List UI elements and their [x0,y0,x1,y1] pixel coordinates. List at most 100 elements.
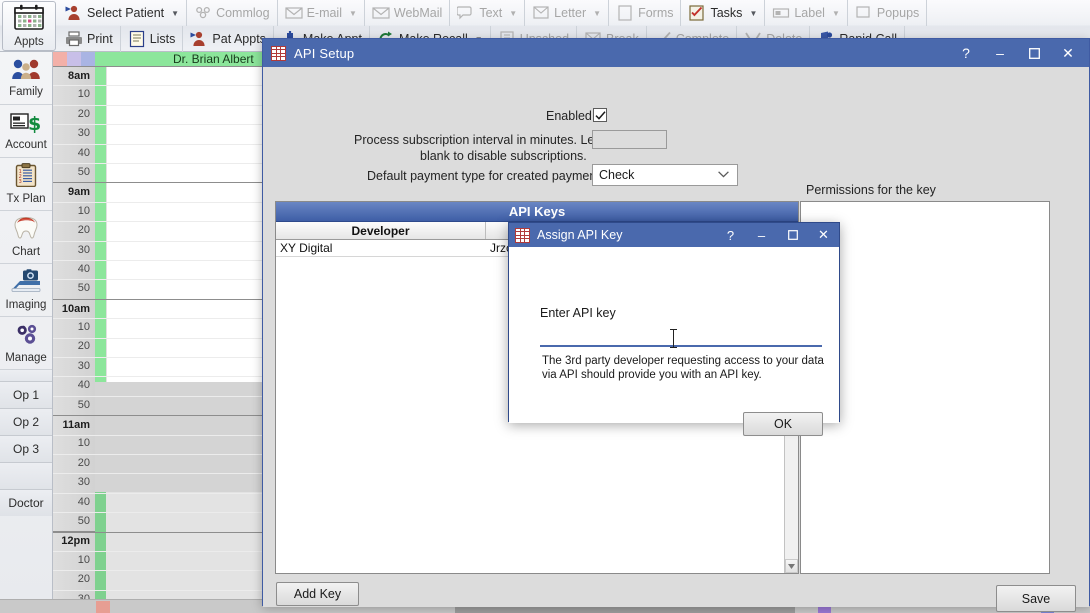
sidebar-item-account[interactable]: $ Account [0,105,52,158]
chevron-down-icon[interactable]: ▼ [593,9,601,18]
chevron-down-icon [718,170,729,180]
maximize-button[interactable] [777,224,808,246]
cell-developer: XY Digital [276,240,486,256]
sidebar-item-txplan[interactable]: 123 Tx Plan [0,158,52,211]
enter-api-key-label: Enter API key [540,306,616,320]
api-key-input[interactable] [540,327,822,347]
doctor-column-label: Doctor [0,490,52,516]
save-label: Save [1022,592,1051,606]
close-button[interactable]: ✕ [1051,40,1085,66]
chevron-down-icon[interactable]: ▼ [349,9,357,18]
close-button[interactable]: ✕ [808,224,839,246]
operatory-button-op3[interactable]: Op 3 [0,436,52,463]
schedule-minute-label: 50 [53,163,95,182]
family-icon [11,58,41,85]
provider-name: Dr. Brian Albert [173,52,254,66]
forms-icon [616,4,634,22]
schedule-minute-label: 50 [53,279,95,298]
schedule-hour-label: 12pm [53,531,95,550]
toolbar-button-label: Popups [877,7,919,20]
schedule-minute-label: 10 [53,434,95,453]
toolbar-button-select-patient[interactable]: Select Patient▼ [58,0,187,26]
popup-icon [855,4,873,22]
payment-type-value: Check [599,168,634,182]
envelope-icon [372,4,390,22]
checklist-icon [688,4,706,22]
printer-icon [65,30,83,48]
schedule-minute-label: 20 [53,221,95,240]
assign-dialog-title: Assign API Key [537,228,622,242]
toolbar-button-letter[interactable]: Letter ▼ [525,0,609,26]
minimize-button[interactable]: – [983,40,1017,66]
left-module-sidebar: Family $ Account [0,52,53,613]
add-key-label: Add Key [294,587,341,601]
sidebar-item-manage[interactable]: Manage [0,317,52,370]
column-header-developer[interactable]: Developer [276,222,486,239]
chevron-down-icon[interactable]: ▼ [509,9,517,18]
schedule-hour-label: 10am [53,299,95,318]
enabled-checkbox[interactable] [593,108,607,122]
toolbar-button-popups[interactable]: Popups [848,0,927,26]
toolbar-button-webmail[interactable]: WebMail [365,0,450,26]
toolbar-button-text[interactable]: Text▼ [450,0,525,26]
sidebar-item-label: Imaging [6,299,47,311]
doctor-label-text: Doctor [8,496,43,510]
toolbar-button-commlog[interactable]: Commlog [187,0,278,26]
assign-api-key-dialog[interactable]: Assign API Key ? – ✕ Enter API key The 3… [508,222,840,422]
toolbar-button-pat-appts[interactable]: Pat Appts [183,26,274,52]
schedule-hour-label: 11am [53,415,95,434]
scroll-down-arrow[interactable] [785,559,798,573]
api-setup-titlebar[interactable]: API Setup ? – ✕ [263,39,1089,67]
label-icon [772,4,790,22]
toolbar-button-label: Label [794,7,825,20]
grid-icon [515,228,530,243]
schedule-minute-label: 10 [53,85,95,104]
help-button[interactable]: ? [715,224,746,246]
ok-label: OK [774,417,792,431]
module-button-appts[interactable]: Appts [2,1,56,51]
assign-dialog-body: Enter API key The 3rd party developer re… [509,247,839,423]
toolbar-button-lists[interactable]: Lists [121,26,184,52]
payment-type-select[interactable]: Check [592,164,738,186]
checkmark-icon [595,111,606,120]
toolbar-button-label: Letter [554,7,586,20]
toolbar-button-tasks[interactable]: Tasks▼ [681,0,765,26]
toolbar-button-e-mail[interactable]: E-mail▼ [278,0,365,26]
ok-button[interactable]: OK [743,412,823,436]
sidebar-item-label: Tx Plan [7,193,46,205]
toolbar-button-print[interactable]: Print [58,26,121,52]
minimize-button[interactable]: – [746,224,777,246]
toolbar-button-forms[interactable]: Forms [609,0,681,26]
chevron-down-icon[interactable]: ▼ [749,9,757,18]
toolbar-button-label[interactable]: Label ▼ [765,0,848,26]
add-key-button[interactable]: Add Key [276,582,359,606]
text-cursor-bottom [670,347,677,348]
toolbar-button-label: WebMail [394,7,442,20]
schedule-minute-label: 50 [53,396,95,415]
subscription-interval-label-line1: Process subscription interval in minutes… [354,133,615,147]
svg-text:$: $ [28,113,41,133]
status-chip-salmon [96,601,110,613]
schedule-minute-label: 30 [53,241,95,260]
schedule-minute-label: 40 [53,493,95,512]
sidebar-item-chart[interactable]: Chart [0,211,52,264]
save-button[interactable]: Save [996,585,1076,612]
maximize-button[interactable] [1017,40,1051,66]
sidebar-item-label: Account [5,139,47,151]
assign-dialog-titlebar[interactable]: Assign API Key ? – ✕ [509,223,839,247]
person-icon [65,4,83,22]
sidebar-item-imaging[interactable]: Imaging [0,264,52,317]
chevron-down-icon[interactable]: ▼ [171,9,179,18]
subscription-interval-label-line2: blank to disable subscriptions. [420,149,587,163]
toolbar-button-label: Lists [150,33,176,46]
tooth-icon [11,216,41,245]
assign-dialog-note-line1: The 3rd party developer requesting acces… [542,354,824,368]
chevron-down-icon[interactable]: ▼ [832,9,840,18]
people-icon [194,4,212,22]
operatory-button-op1[interactable]: Op 1 [0,382,52,409]
help-button[interactable]: ? [949,40,983,66]
operatory-button-op2[interactable]: Op 2 [0,409,52,436]
subscription-interval-input[interactable] [592,130,667,149]
sidebar-item-family[interactable]: Family [0,52,52,105]
toolbar-button-label: Print [87,33,113,46]
